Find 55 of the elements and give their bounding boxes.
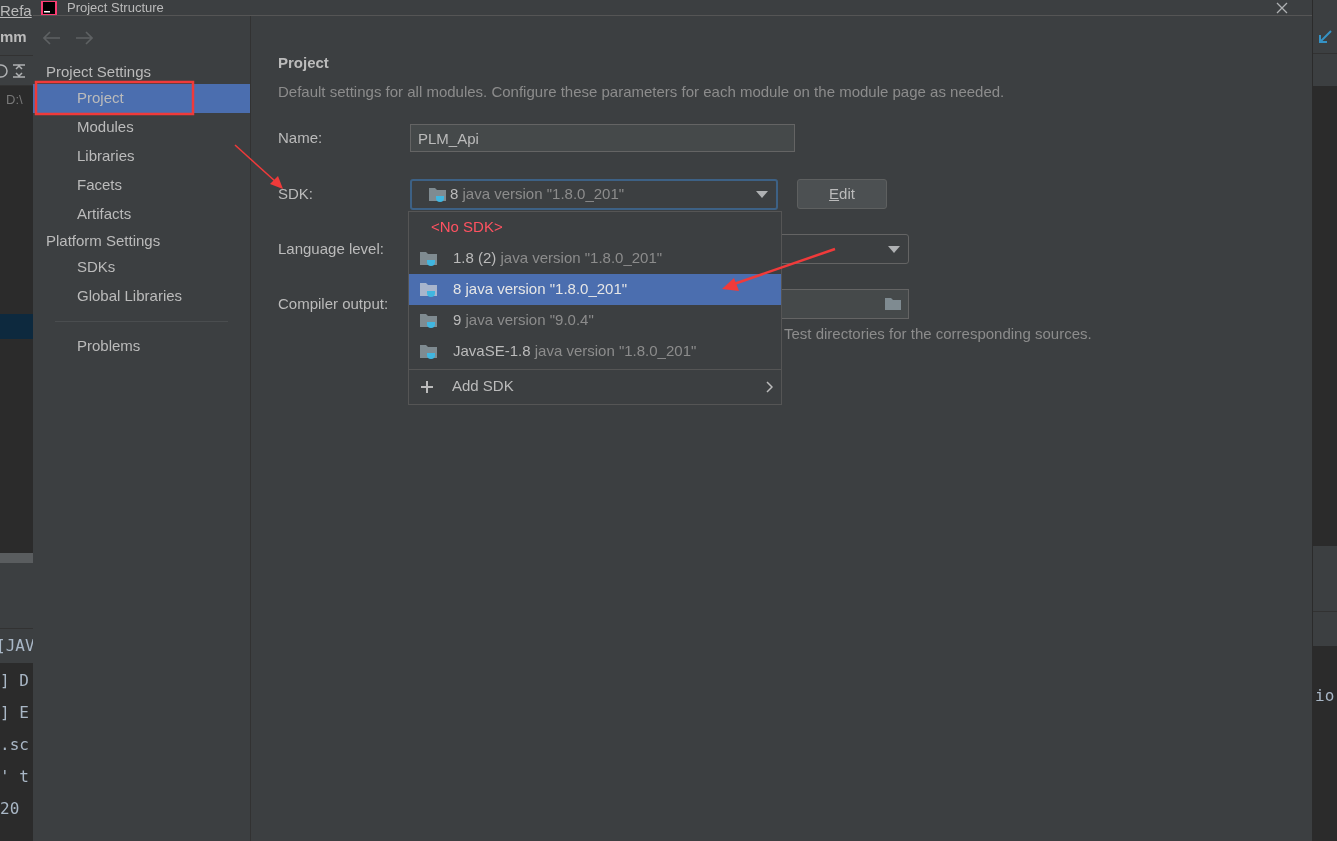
field-label: Language level: <box>278 238 385 259</box>
plus-icon <box>421 380 433 393</box>
menu-item[interactable]: JavaSE-1.8 java version "1.8.0_201" <box>409 335 781 367</box>
menu-text: Refa <box>0 2 32 18</box>
app-logo-icon <box>41 0 57 15</box>
name-field[interactable]: PLM_Api <box>410 124 795 152</box>
field-label: Name: <box>278 127 324 148</box>
console-line: ] D <box>0 670 29 692</box>
tab-title: mm <box>0 27 27 48</box>
sidebar-item[interactable]: Modules <box>33 113 250 142</box>
add-sdk-item[interactable]: Add SDK <box>409 369 781 404</box>
selected-row <box>0 314 33 339</box>
console-line: .sc <box>0 734 29 756</box>
sidebar-item[interactable]: Artifacts <box>33 200 250 229</box>
sidebar-item[interactable]: SDKs <box>33 253 250 282</box>
menu-item[interactable]: 1.8 (2) java version "1.8.0_201" <box>409 242 781 274</box>
chevron-right-icon <box>766 380 773 393</box>
folder-cup-icon <box>419 342 439 360</box>
sidebar-item[interactable]: Facets <box>33 171 250 200</box>
folder-cup-icon <box>419 280 439 298</box>
caret-down-icon <box>888 245 900 253</box>
edit-button[interactable]: Edit <box>797 179 887 209</box>
page-description: Default settings for all modules. Configure these parameters for each module on the module page as needed. <box>278 82 1006 102</box>
folder-cup-icon <box>419 311 439 329</box>
sdk-value: 8 java version "1.8.0_201" <box>450 183 625 204</box>
compiler-output-note: Test directories for the corresponding sources. <box>784 324 1093 344</box>
back-arrow-icon[interactable] <box>43 31 61 45</box>
console-line: io <box>1314 685 1335 707</box>
folder-icon <box>884 297 902 311</box>
field-label: SDK: <box>278 183 314 204</box>
console-line: 20 <box>0 798 20 820</box>
section-heading: Project Settings <box>45 61 153 82</box>
menu-item[interactable]: 9 java version "9.0.4" <box>409 304 781 336</box>
folder-cup-icon <box>419 249 439 267</box>
console-line: ' t <box>0 766 29 788</box>
collapse-icon <box>12 63 26 78</box>
folder-cup-icon <box>428 185 448 203</box>
console-line: ] E <box>0 702 29 724</box>
sidebar-item[interactable]: Problems <box>33 332 250 361</box>
sdk-dropdown[interactable]: 8 java version "1.8.0_201" <box>410 178 778 210</box>
scrollbar-thumb <box>0 553 33 563</box>
menu-item[interactable]: <No SDK> <box>409 211 781 243</box>
sidebar-item[interactable]: Global Libraries <box>33 282 250 311</box>
window-title: Project Structure <box>67 0 164 16</box>
arrow-down-left-icon[interactable] <box>1318 29 1332 44</box>
sidebar-item[interactable]: Libraries <box>33 142 250 171</box>
page-title: Project <box>278 53 330 73</box>
section-heading: Platform Settings <box>45 230 162 251</box>
path-text: D:\ <box>6 91 23 110</box>
forward-arrow-icon[interactable] <box>75 31 93 45</box>
menu-item[interactable]: 8 java version "1.8.0_201" <box>409 273 781 305</box>
field-label: Compiler output: <box>278 293 390 314</box>
annotation-arrow <box>234 144 283 189</box>
caret-down-icon <box>756 190 768 198</box>
close-icon[interactable] <box>1276 1 1288 14</box>
